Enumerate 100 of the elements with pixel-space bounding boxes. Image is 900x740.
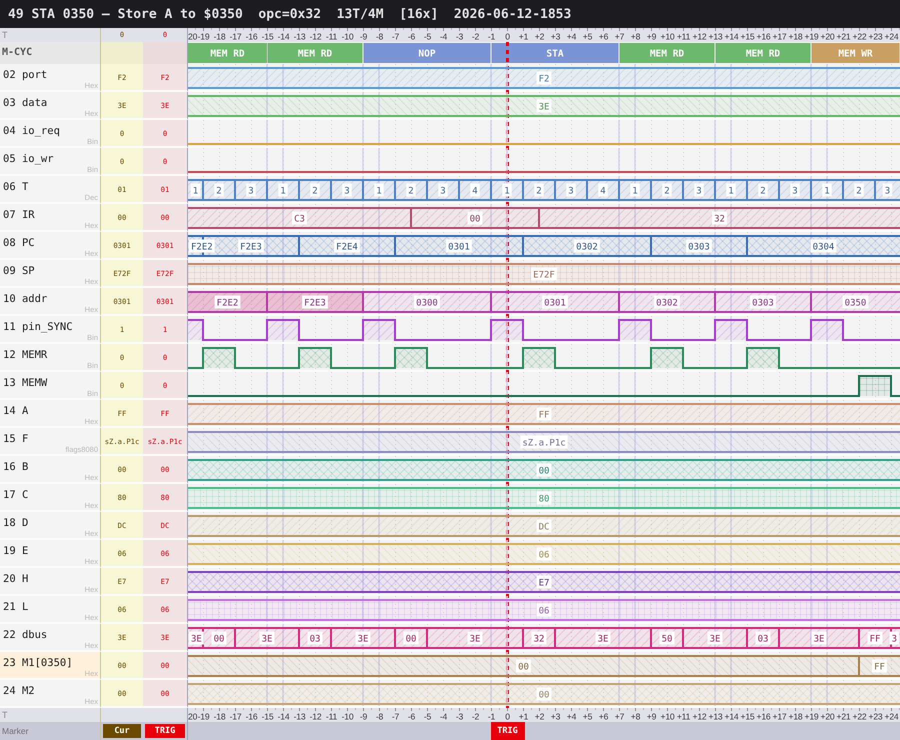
bus-value: 50 xyxy=(660,632,674,644)
row-label: M-CYC xyxy=(0,42,100,64)
signal-name: 22 dbus xyxy=(2,628,48,642)
signal-name: 15 F xyxy=(2,432,30,446)
tick-label: -9 xyxy=(360,712,368,722)
tick-label: +16 xyxy=(756,32,770,42)
machine-cycle-block: MEM RD xyxy=(716,43,810,63)
tick-label: +19 xyxy=(804,32,818,42)
tick-label: +6 xyxy=(598,712,608,722)
timestamp-text: 2026-06-12-1853 xyxy=(454,6,572,22)
tick-label: +3 xyxy=(550,32,560,42)
bus-value: E7 xyxy=(536,576,552,588)
signal-name: 13 MEMW xyxy=(2,376,48,390)
bus-value: 0302 xyxy=(654,296,680,308)
signal-name: 10 addr xyxy=(2,292,48,306)
cursor-column-cell xyxy=(100,42,143,64)
bus-value: 3E xyxy=(260,632,274,644)
bus-value: 0302 xyxy=(574,240,600,252)
tick-label: -12 xyxy=(310,712,322,722)
tick-label: +22 xyxy=(852,712,866,722)
trigger-column-cell xyxy=(143,42,188,64)
tick-label: -13 xyxy=(294,32,306,42)
machine-cycle-block: MEM WR xyxy=(812,43,900,63)
bus-value: FF xyxy=(536,408,552,420)
bus-value: 3E xyxy=(708,632,722,644)
bus-value: 00 xyxy=(536,688,552,700)
machine-cycle-block: MEM RD xyxy=(620,43,714,63)
bus-value: 3E xyxy=(468,632,482,644)
signal-name: 07 IR xyxy=(2,208,36,222)
bus-value: 3E xyxy=(189,632,204,644)
marker-row-label: Marker xyxy=(1,725,30,738)
bus-value: F2E2 xyxy=(214,296,240,308)
bus-value: 80 xyxy=(536,492,552,504)
tick-label: -13 xyxy=(294,712,306,722)
tick-label: -5 xyxy=(424,712,432,722)
tick-label: +6 xyxy=(598,32,608,42)
bus-value: C3 xyxy=(292,212,307,224)
tick-label: +18 xyxy=(788,32,802,42)
tick-label: -18 xyxy=(214,712,226,722)
tick-label: +13 xyxy=(708,712,722,722)
tick-label: -3 xyxy=(456,712,464,722)
tick-label: -11 xyxy=(326,712,338,722)
signal-name: 21 L xyxy=(2,600,30,614)
signal-name: 11 pin_SYNC xyxy=(2,320,74,334)
bus-value: 03 xyxy=(308,632,322,644)
tick-label: +4 xyxy=(566,712,576,722)
tick-label: -12 xyxy=(310,32,322,42)
tick-label: +19 xyxy=(804,712,818,722)
tick-label: -2 xyxy=(472,32,480,42)
trigger-flag: TRIG xyxy=(490,722,524,740)
bus-value: F2E3 xyxy=(302,296,328,308)
bus-value: FF xyxy=(872,660,887,672)
tick-label: -15 xyxy=(262,712,274,722)
tick-label: -18 xyxy=(214,32,226,42)
tick-label: +10 xyxy=(660,712,674,722)
tick-label: +8 xyxy=(630,712,640,722)
tick-label: -2 xyxy=(472,712,480,722)
tick-label: -16 xyxy=(246,32,258,42)
tick-label: +17 xyxy=(772,712,786,722)
bus-value: 3E xyxy=(812,632,826,644)
tick-label: -10 xyxy=(342,712,354,722)
bus-value: 00 xyxy=(468,212,482,224)
trigger-marker-button[interactable]: TRIG xyxy=(145,724,185,738)
bus-value: 0304 xyxy=(810,240,836,252)
tick-label: +10 xyxy=(660,32,674,42)
tick-label: +12 xyxy=(692,32,706,42)
cursor-marker-button[interactable]: Cur xyxy=(103,724,141,738)
tick-label: -8 xyxy=(376,32,384,42)
signal-name: 16 B xyxy=(2,460,30,474)
tick-label: +21 xyxy=(836,32,850,42)
machine-cycle-block: STA xyxy=(492,43,618,63)
tick-label: -8 xyxy=(376,712,384,722)
tick-label: -6 xyxy=(408,32,416,42)
tick-label: -6 xyxy=(408,712,416,722)
tick-label: +17 xyxy=(772,32,786,42)
tick-label: 20 xyxy=(188,712,198,722)
bus-value: 3E xyxy=(356,632,370,644)
tick-label: -19 xyxy=(198,712,210,722)
tick-label: +15 xyxy=(740,712,754,722)
signal-name: 18 D xyxy=(2,516,30,530)
tick-label: -7 xyxy=(392,32,400,42)
tick-label: +13 xyxy=(708,32,722,42)
signal-name: 03 data xyxy=(2,96,48,110)
tick-label: -15 xyxy=(262,32,274,42)
tick-label: +11 xyxy=(676,712,690,722)
tick-label: +14 xyxy=(724,712,738,722)
tick-label: +11 xyxy=(676,32,690,42)
tick-label: +21 xyxy=(836,712,850,722)
machine-cycle-block: NOP xyxy=(364,43,490,63)
tick-label: +24 xyxy=(884,32,898,42)
tick-label: +14 xyxy=(724,32,738,42)
signal-name: 09 SP xyxy=(2,264,36,278)
signal-name: 06 T xyxy=(2,180,30,194)
bus-value: 00 xyxy=(212,632,226,644)
bus-value: DC xyxy=(536,520,552,532)
bus-value: 0350 xyxy=(842,296,868,308)
tick-label: +1 xyxy=(518,32,528,42)
tick-label: +9 xyxy=(646,712,656,722)
tick-label: -19 xyxy=(198,32,210,42)
tick-label: +20 xyxy=(820,712,834,722)
